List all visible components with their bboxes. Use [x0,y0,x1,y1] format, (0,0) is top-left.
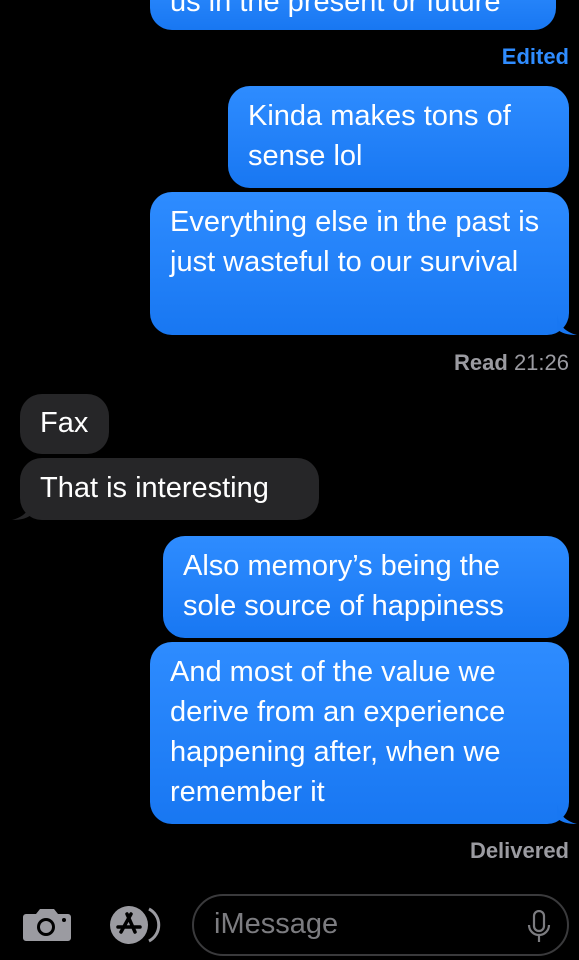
message-text: Fax [40,407,89,439]
bubble-tail [12,500,32,520]
message-text: And most of the value we derive from an … [170,656,506,808]
message-text: Everything else in the past is just wast… [170,206,540,278]
message-text: That is interesting [40,472,269,504]
message-text: Also memory’s being the sole source of h… [183,550,504,622]
message-input-placeholder: iMessage [214,908,339,940]
message-bubble-outgoing[interactable]: us in the present or future [150,0,556,30]
bubble-tail [557,315,577,335]
read-label: Read [454,350,508,375]
edited-label[interactable]: Edited [502,44,569,70]
message-bubble-incoming[interactable]: Fax [20,394,109,454]
message-bubble-outgoing[interactable]: Also memory’s being the sole source of h… [163,536,569,638]
message-text: Kinda makes tons of sense lol [248,100,511,172]
camera-icon[interactable] [22,908,72,942]
read-time: 21:26 [513,350,569,375]
microphone-icon[interactable] [527,910,551,944]
message-bubble-outgoing[interactable]: And most of the value we derive from an … [150,642,577,824]
message-input[interactable]: iMessage [192,894,569,956]
compose-bar: iMessage [0,880,579,960]
bubble-tail [557,804,577,824]
message-bubble-outgoing[interactable]: Kinda makes tons of sense lol [228,86,569,188]
message-bubble-incoming[interactable]: That is interesting [12,458,319,520]
message-bubble-outgoing[interactable]: Everything else in the past is just wast… [150,192,577,335]
read-receipt: Read 21:26 [454,350,569,376]
message-text: us in the present or future [170,0,501,18]
delivered-status: Delivered [469,838,569,863]
app-store-icon[interactable] [105,905,167,945]
